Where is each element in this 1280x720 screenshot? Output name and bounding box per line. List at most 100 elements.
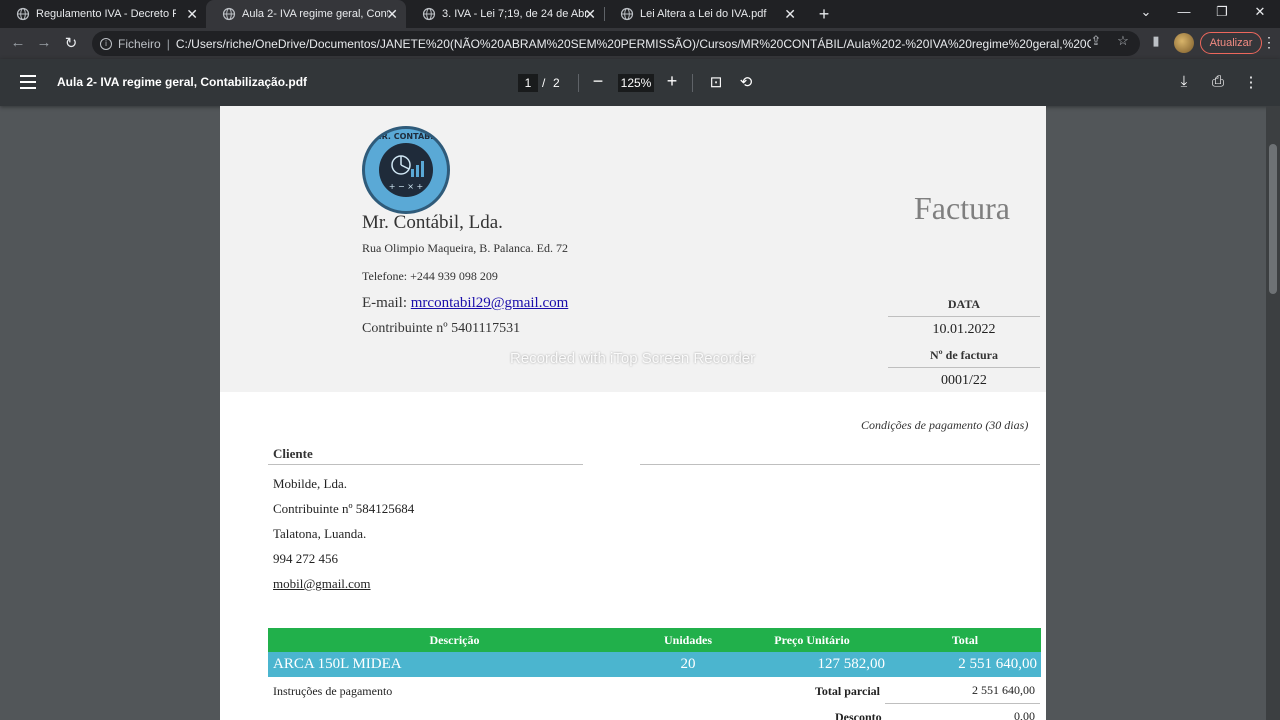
share-icon[interactable]: ⇪ (1088, 33, 1104, 49)
page-separator: / (542, 76, 546, 90)
divider (888, 367, 1040, 368)
zoom-level[interactable]: 125% (618, 74, 654, 92)
tab-search-icon[interactable]: ⌄ (1136, 4, 1156, 20)
scrollbar-thumb[interactable] (1269, 144, 1277, 294)
company-logo: MR. CONTÁBIL + − × + (362, 126, 450, 214)
tab-title: 3. IVA - Lei 7;19, de 24 de Abril.pdf (442, 8, 588, 20)
update-button[interactable]: Atualizar (1200, 32, 1262, 54)
tab-regulamento-iva[interactable]: Regulamento IVA - Decreto Presidencial ✕ (0, 0, 206, 28)
side-panel-icon[interactable]: ▮ (1148, 33, 1164, 49)
minimize-icon[interactable]: — (1174, 4, 1194, 19)
tab-title: Aula 2- IVA regime geral, Contabilização… (242, 8, 388, 20)
divider (888, 316, 1040, 317)
download-icon[interactable]: ⤓ (1174, 73, 1194, 90)
page-total: 2 (553, 76, 560, 90)
back-arrow-icon[interactable]: ← (8, 34, 28, 51)
window-close-icon[interactable]: ✕ (1250, 4, 1270, 20)
client-email-link[interactable]: mobil@gmail.com (273, 576, 371, 592)
company-address: Rua Olimpio Maqueira, B. Palanca. Ed. 72 (362, 241, 568, 255)
client-nif: Contribuinte nº 584125684 (273, 501, 415, 516)
address-bar[interactable]: i Ficheiro | C:/Users/riche/OneDrive/Doc… (92, 31, 1140, 56)
subtotal-value: 2 551 640,00 (972, 683, 1035, 697)
tab-iva-lei[interactable]: 3. IVA - Lei 7;19, de 24 de Abril.pdf ✕ (406, 0, 604, 28)
invoice-date: 10.01.2022 (932, 322, 996, 337)
invoice-number: 0001/22 (941, 373, 987, 388)
globe-icon (222, 7, 236, 21)
profile-avatar[interactable] (1174, 33, 1194, 53)
menu-icon[interactable] (20, 75, 36, 89)
header-units: Unidades (663, 633, 713, 647)
item-unit-price: 127 582,00 (817, 656, 886, 672)
zoom-out-icon[interactable]: − (588, 71, 608, 92)
tab-title: Regulamento IVA - Decreto Presidencial (36, 8, 176, 20)
scheme-label: Ficheiro (118, 36, 161, 51)
browser-toolbar: ← → ↻ i Ficheiro | C:/Users/riche/OneDri… (0, 28, 1280, 59)
company-email-line: E-mail: mrcontabil29@gmail.com (362, 295, 568, 312)
divider (268, 464, 583, 465)
subtotal-label: Total parcial (815, 684, 881, 698)
company-phone: Telefone: +244 939 098 209 (362, 269, 498, 283)
company-nif: Contribuinte nº 5401117531 (362, 321, 521, 336)
globe-icon (16, 7, 30, 21)
browser-menu-icon[interactable]: ⋮ (1262, 34, 1276, 51)
globe-icon (422, 7, 436, 21)
document-title: Aula 2- IVA regime geral, Contabilização… (57, 75, 308, 89)
reload-icon[interactable]: ↻ (61, 34, 81, 52)
header-total: Total (951, 633, 979, 647)
payment-terms: Condições de pagamento (30 dias) (861, 418, 1029, 432)
client-location: Talatona, Luanda. (273, 526, 367, 541)
tab-strip: Regulamento IVA - Decreto Presidencial ✕… (0, 0, 1280, 28)
print-icon[interactable]: ⎙ (1208, 73, 1228, 90)
divider (885, 703, 1040, 704)
toolbar-divider (692, 74, 693, 92)
company-name: Mr. Contábil, Lda. (362, 212, 503, 233)
new-tab-button[interactable]: + (814, 4, 834, 25)
fit-page-icon[interactable]: ⊡ (706, 73, 726, 91)
tab-lei-altera[interactable]: Lei Altera a Lei do IVA.pdf ✕ (604, 0, 804, 28)
close-tab-icon[interactable]: ✕ (186, 7, 198, 21)
pdf-page: MR. CONTÁBIL + − × + Mr. Contábil, Lda. … (220, 106, 1046, 720)
forward-arrow-icon[interactable]: → (34, 34, 54, 51)
company-email-link[interactable]: mrcontabil29@gmail.com (411, 295, 569, 311)
item-total: 2 551 640,00 (958, 656, 1037, 672)
recorder-watermark: Recorded with iTop Screen Recorder (510, 350, 756, 367)
chart-emblem-icon: + − × + (389, 155, 424, 191)
header-unit-price: Preço Unitário (774, 633, 850, 647)
header-description: Descrição (429, 633, 480, 647)
items-table-header: Descrição Unidades Preço Unitário Total (268, 628, 1041, 652)
pdf-toolbar: Aula 2- IVA regime geral, Contabilização… (0, 59, 1280, 106)
globe-icon (620, 7, 634, 21)
table-row: ARCA 150L MIDEA 20 127 582,00 2 551 640,… (268, 652, 1041, 677)
client-label: Cliente (273, 446, 313, 461)
close-tab-icon[interactable]: ✕ (784, 7, 796, 21)
payment-instructions-label: Instruções de pagamento (273, 684, 393, 698)
zoom-in-icon[interactable]: + (662, 71, 682, 92)
discount-label: Desconto (835, 710, 882, 720)
close-tab-icon[interactable]: ✕ (584, 7, 596, 21)
page-number-input[interactable]: 1 (518, 74, 538, 92)
more-options-icon[interactable]: ⋮ (1241, 73, 1261, 91)
item-units: 20 (680, 656, 696, 672)
toolbar-divider (578, 74, 579, 92)
invoice-number-label: Nº de factura (930, 348, 998, 362)
client-phone: 994 272 456 (273, 551, 338, 566)
email-label: E-mail: (362, 295, 411, 311)
tab-title: Lei Altera a Lei do IVA.pdf (640, 8, 767, 20)
close-tab-icon[interactable]: ✕ (386, 7, 398, 21)
date-label: DATA (947, 297, 981, 311)
document-type-title: Factura (914, 190, 1010, 226)
tab-aula-2-pdf[interactable]: Aula 2- IVA regime geral, Contabilização… (206, 0, 406, 28)
restore-icon[interactable]: ❐ (1212, 4, 1232, 20)
logo-text: MR. CONTÁBIL (373, 132, 439, 141)
client-name: Mobilde, Lda. (273, 476, 348, 491)
bookmark-star-icon[interactable]: ☆ (1115, 33, 1131, 49)
svg-text:+ − × +: + − × + (389, 182, 423, 191)
url-text[interactable]: C:/Users/riche/OneDrive/Documentos/JANET… (176, 37, 1091, 51)
logo-emblem: + − × + (379, 143, 433, 197)
scheme-divider: | (166, 36, 170, 51)
rotate-icon[interactable]: ⟲ (736, 73, 756, 91)
vertical-scrollbar[interactable] (1266, 106, 1280, 720)
info-icon[interactable]: i (100, 37, 112, 50)
item-description: ARCA 150L MIDEA (273, 656, 402, 672)
divider (640, 464, 1040, 465)
